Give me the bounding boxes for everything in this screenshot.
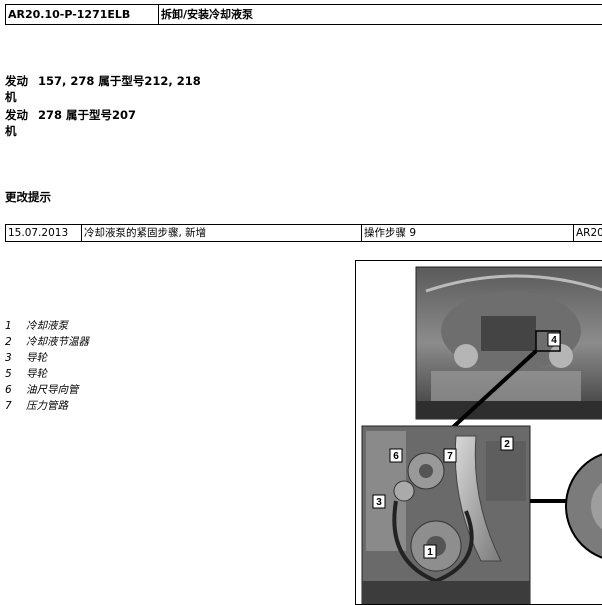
svg-text:7: 7	[447, 451, 453, 462]
engine-figure: 4 6 7 2 3 1	[355, 260, 602, 605]
page-title: 拆卸/安装冷却液泵	[161, 8, 254, 21]
legend-list: 1 冷却液泵 2 冷却液节温器 3 导轮 5 导轮 6 油尺导向管 7 压力管路	[5, 318, 89, 414]
engine-label: 发动机	[5, 108, 28, 138]
engine-bay-overview-photo	[415, 266, 602, 420]
legend-item: 2 冷却液节温器	[5, 336, 89, 348]
zoom-detail-circle	[565, 453, 602, 559]
doc-id: AR20.10-P-1271ELB	[6, 5, 159, 24]
svg-text:6: 6	[393, 451, 399, 462]
callout-4: 4	[547, 332, 561, 347]
legend-item: 5 导轮	[5, 368, 47, 380]
callout-1: 1	[423, 544, 437, 559]
legend-item: 3 导轮	[5, 352, 47, 364]
svg-text:1: 1	[427, 547, 433, 558]
legend-item: 6 油尺导向管	[5, 384, 79, 396]
header-table: AR20.10-P-1271ELB 拆卸/安装冷却液泵	[5, 4, 602, 25]
legend-item: 7 压力管路	[5, 400, 68, 412]
engine-label: 发动机	[5, 74, 28, 104]
engine-value: 278 属于型号207	[38, 108, 137, 122]
change-date: 15.07.2013	[6, 225, 82, 241]
callout-2: 2	[500, 436, 514, 451]
svg-text:2: 2	[504, 439, 510, 450]
engine-illustration: 4 6 7 2 3 1	[361, 266, 602, 604]
callout-6: 6	[389, 448, 403, 463]
changes-table: 15.07.2013 冷却液泵的紧固步骤, 新增 操作步骤 9 AR20	[5, 224, 602, 242]
change-description: 冷却液泵的紧固步骤, 新增	[82, 225, 362, 241]
callout-7: 7	[443, 448, 457, 463]
changes-section-title: 更改提示	[5, 190, 51, 204]
change-ref: AR20	[576, 227, 602, 239]
legend-item: 1 冷却液泵	[5, 320, 68, 332]
change-step: 操作步骤 9	[362, 225, 574, 241]
callout-3: 3	[372, 494, 386, 509]
svg-text:4: 4	[551, 335, 557, 346]
engine-value: 157, 278 属于型号212, 218	[38, 74, 201, 88]
svg-text:3: 3	[376, 497, 382, 508]
